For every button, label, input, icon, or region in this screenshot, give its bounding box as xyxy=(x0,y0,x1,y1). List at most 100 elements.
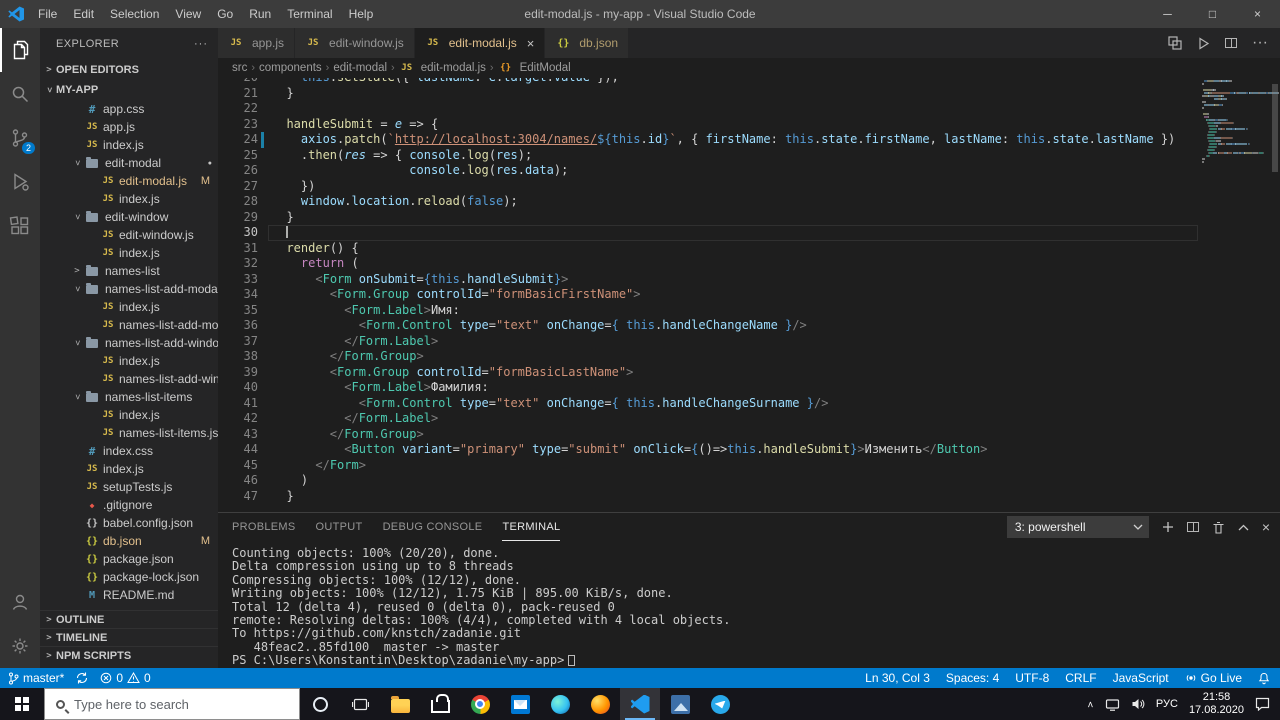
tree-item--gitignore[interactable]: ◆ .gitignore xyxy=(40,496,218,514)
restore-button[interactable]: □ xyxy=(1190,0,1235,28)
code-line[interactable]: 40 <Form.Label>Фамилия: xyxy=(218,380,1198,396)
tree-item-index-js[interactable]: JS index.js xyxy=(40,190,218,208)
tree-item-index-js[interactable]: JS index.js xyxy=(40,460,218,478)
tree-item-names-list-add-window[interactable]: > names-list-add-window xyxy=(40,334,218,352)
code-line[interactable]: 31 render() { xyxy=(218,241,1198,257)
code-line[interactable]: 36 <Form.Control type="text" onChange={ … xyxy=(218,318,1198,334)
activity-search[interactable] xyxy=(0,72,40,116)
open-changes-icon[interactable] xyxy=(1168,36,1182,50)
taskbar-app-chrome[interactable] xyxy=(460,688,500,720)
tree-item-index-css[interactable]: # index.css xyxy=(40,442,218,460)
tree-item-edit-window-js[interactable]: JS edit-window.js xyxy=(40,226,218,244)
taskbar-app-edge[interactable] xyxy=(540,688,580,720)
tree-item-readme-md[interactable]: M README.md xyxy=(40,586,218,604)
split-terminal-icon[interactable] xyxy=(1186,522,1199,532)
code-line[interactable]: 24 axios.patch(`http://localhost:3004/na… xyxy=(218,132,1198,148)
code-line[interactable]: 30 xyxy=(218,225,1198,241)
code-line[interactable]: 25 .then(res => { console.log(res); xyxy=(218,148,1198,164)
tree-item-babel-config-json[interactable]: {} babel.config.json xyxy=(40,514,218,532)
tree-item-index-js[interactable]: JS index.js xyxy=(40,244,218,262)
taskbar-app-firefox[interactable] xyxy=(580,688,620,720)
tree-item-index-js[interactable]: JS index.js xyxy=(40,298,218,316)
more-actions-icon[interactable]: ··· xyxy=(1252,34,1268,52)
code-line[interactable]: 35 <Form.Label>Имя: xyxy=(218,303,1198,319)
run-file-icon[interactable] xyxy=(1197,36,1210,50)
kill-terminal-icon[interactable] xyxy=(1212,521,1225,534)
breadcrumb-item[interactable]: components xyxy=(259,62,322,74)
cursor-position[interactable]: Ln 30, Col 3 xyxy=(865,671,930,685)
taskbar-app-telegram[interactable] xyxy=(700,688,740,720)
code-line[interactable]: 37 </Form.Label> xyxy=(218,334,1198,350)
open-editors-section[interactable]: > OPEN EDITORS xyxy=(40,60,218,80)
breadcrumb-item[interactable]: edit-modal xyxy=(333,62,387,74)
language-mode[interactable]: JavaScript xyxy=(1113,671,1169,685)
menu-view[interactable]: View xyxy=(167,0,209,28)
code-line[interactable]: 43 </Form.Group> xyxy=(218,427,1198,443)
terminal-output[interactable]: Counting objects: 100% (20/20), done. Del… xyxy=(218,541,1280,668)
eol-sequence[interactable]: CRLF xyxy=(1065,671,1096,685)
section-timeline[interactable]: > TIMELINE xyxy=(40,628,218,646)
code-line[interactable]: 38 </Form.Group> xyxy=(218,349,1198,365)
close-icon[interactable]: × xyxy=(527,37,535,50)
tree-item-package-lock-json[interactable]: {} package-lock.json xyxy=(40,568,218,586)
menu-terminal[interactable]: Terminal xyxy=(279,0,340,28)
activity-source-control[interactable]: 2 xyxy=(0,116,40,160)
tab-app-js[interactable]: JS app.js xyxy=(218,28,296,58)
menu-edit[interactable]: Edit xyxy=(65,0,102,28)
close-panel-icon[interactable]: × xyxy=(1262,519,1270,535)
encoding[interactable]: UTF-8 xyxy=(1015,671,1049,685)
tree-item-edit-modal-js[interactable]: JS edit-modal.js M xyxy=(40,172,218,190)
tab-db-json[interactable]: {} db.json xyxy=(545,28,630,58)
code-line[interactable]: 39 <Form.Group controlId="formBasicLastN… xyxy=(218,365,1198,381)
split-editor-icon[interactable] xyxy=(1225,38,1238,48)
tree-item-names-list-add-wind-[interactable]: JS names-list-add-wind... xyxy=(40,370,218,388)
tree-item-package-json[interactable]: {} package.json xyxy=(40,550,218,568)
code-line[interactable]: 29 } xyxy=(218,210,1198,226)
taskbar-app-store[interactable] xyxy=(420,688,460,720)
notifications-bell[interactable] xyxy=(1258,672,1270,685)
git-branch-status[interactable]: master* xyxy=(8,671,64,685)
code-line[interactable]: 23 handleSubmit = e => { xyxy=(218,117,1198,133)
tree-item-index-js[interactable]: JS index.js xyxy=(40,406,218,424)
tree-item-db-json[interactable]: {} db.json M xyxy=(40,532,218,550)
tree-item-names-list-items[interactable]: > names-list-items xyxy=(40,388,218,406)
show-hidden-icons[interactable]: > xyxy=(1085,701,1096,707)
taskbar-search[interactable]: Type here to search xyxy=(44,688,300,720)
taskbar-app-photos[interactable] xyxy=(660,688,700,720)
more-actions-icon[interactable]: ··· xyxy=(194,38,208,50)
code-line[interactable]: 26 console.log(res.data); xyxy=(218,163,1198,179)
indentation[interactable]: Spaces: 4 xyxy=(946,671,999,685)
section-npm-scripts[interactable]: > NPM SCRIPTS xyxy=(40,646,218,664)
taskbar-app-mail[interactable] xyxy=(500,688,540,720)
tree-item-index-js[interactable]: JS index.js xyxy=(40,352,218,370)
tree-item-app-css[interactable]: # app.css xyxy=(40,100,218,118)
tree-item-edit-modal[interactable]: > edit-modal ● xyxy=(40,154,218,172)
tree-item-index-js[interactable]: JS index.js xyxy=(40,136,218,154)
network-icon[interactable] xyxy=(1105,698,1120,711)
tree-item-names-list-add-modal[interactable]: > names-list-add-modal xyxy=(40,280,218,298)
code-line[interactable]: 20 this.setState({ lastName: e.target.va… xyxy=(218,78,1198,86)
new-terminal-icon[interactable] xyxy=(1162,521,1174,533)
code-line[interactable]: 45 </Form> xyxy=(218,458,1198,474)
root-folder-section[interactable]: > MY-APP xyxy=(40,80,218,100)
clock[interactable]: 21:58 17.08.2020 xyxy=(1189,691,1244,717)
code-line[interactable]: 28 window.location.reload(false); xyxy=(218,194,1198,210)
activity-extensions[interactable] xyxy=(0,204,40,248)
panel-tab-debug-console[interactable]: DEBUG CONSOLE xyxy=(383,513,483,541)
volume-icon[interactable] xyxy=(1131,698,1145,710)
menu-go[interactable]: Go xyxy=(209,0,241,28)
panel-tab-terminal[interactable]: TERMINAL xyxy=(502,513,561,541)
code-line[interactable]: 32 return ( xyxy=(218,256,1198,272)
problems-status[interactable]: 0 0 xyxy=(100,671,151,685)
tree-item-names-list-items-js[interactable]: JS names-list-items.js xyxy=(40,424,218,442)
menu-help[interactable]: Help xyxy=(341,0,382,28)
code-line[interactable]: 41 <Form.Control type="text" onChange={ … xyxy=(218,396,1198,412)
shell-selector[interactable]: 3: powershell xyxy=(1006,516,1149,538)
code-line[interactable]: 22 xyxy=(218,101,1198,117)
panel-tab-output[interactable]: OUTPUT xyxy=(316,513,363,541)
code-line[interactable]: 42 </Form.Label> xyxy=(218,411,1198,427)
menu-file[interactable]: File xyxy=(30,0,65,28)
maximize-panel-icon[interactable] xyxy=(1238,524,1249,531)
minimap[interactable] xyxy=(1198,78,1280,512)
tab-edit-window-js[interactable]: JS edit-window.js xyxy=(295,28,415,58)
